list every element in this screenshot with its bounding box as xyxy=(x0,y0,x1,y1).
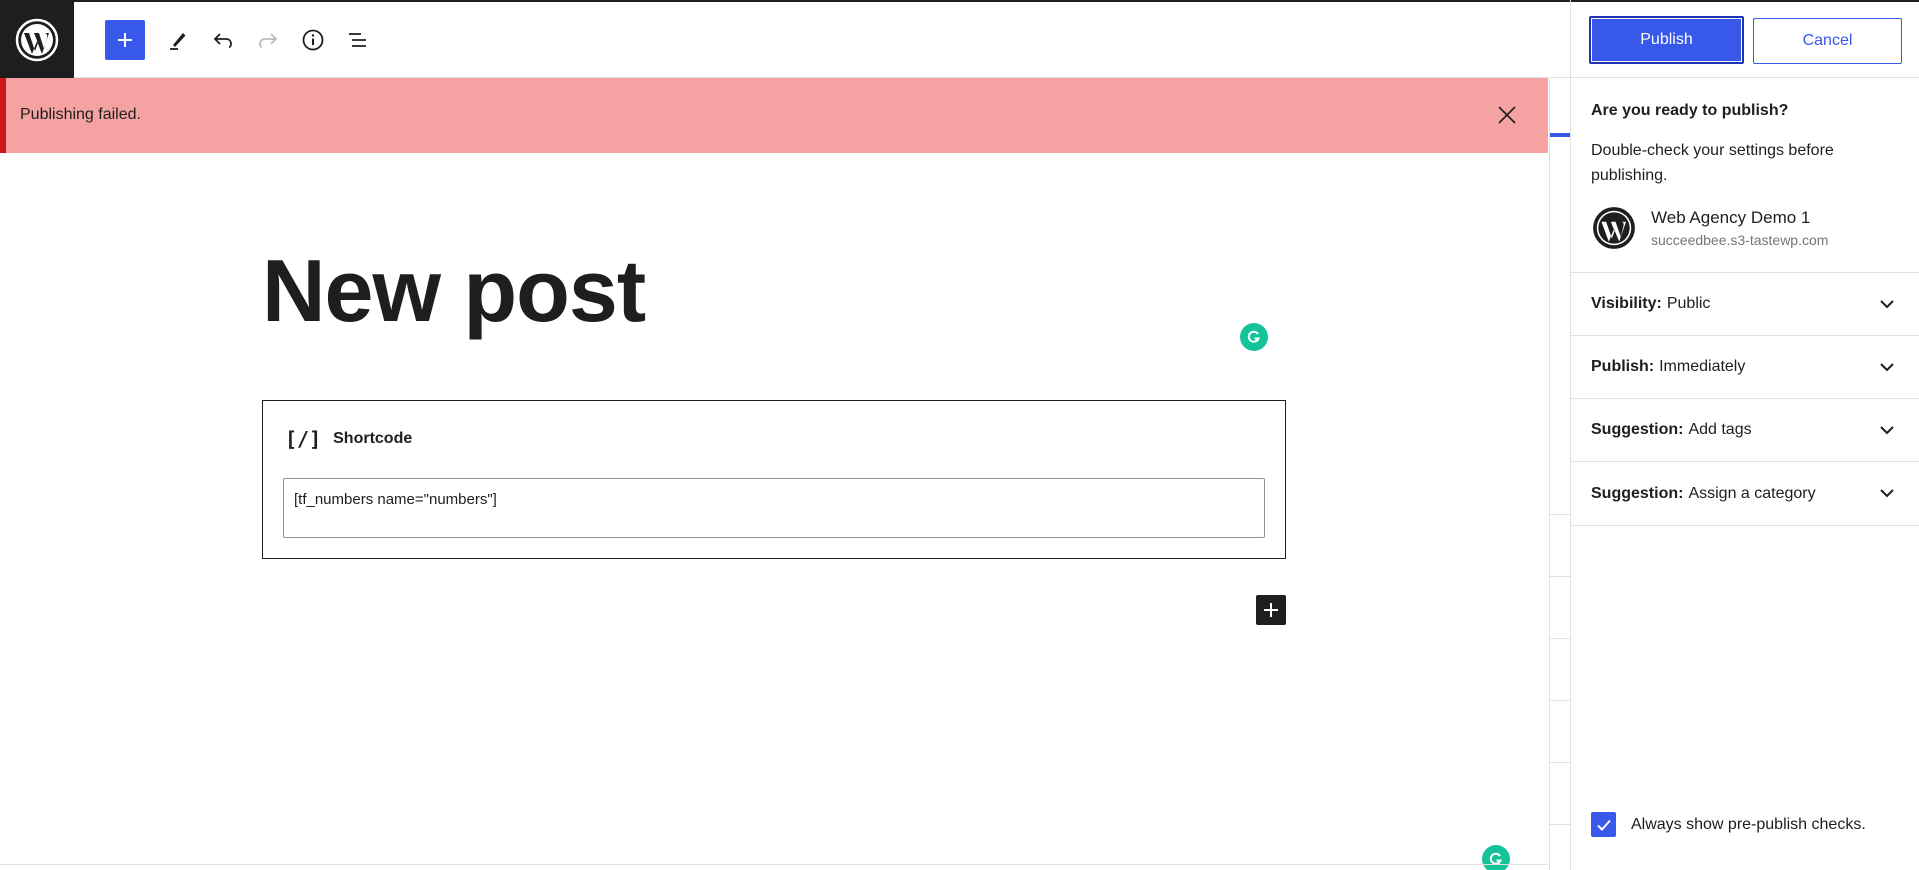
prepublish-header: Publish Cancel xyxy=(1571,0,1919,78)
site-text: Web Agency Demo 1 succeedbee.s3-tastewp.… xyxy=(1651,208,1828,248)
add-block-button[interactable] xyxy=(105,20,145,60)
wordpress-logo-icon[interactable] xyxy=(0,2,74,78)
panel-publish-date[interactable]: Publish: Immediately xyxy=(1571,336,1919,399)
checkbox-label: Always show pre-publish checks. xyxy=(1631,815,1866,833)
chevron-down-icon xyxy=(1880,363,1894,372)
post-title[interactable]: New post xyxy=(262,247,646,335)
edge-accent xyxy=(1550,133,1570,137)
shortcode-block-header: [/] Shortcode xyxy=(285,427,412,451)
details-button[interactable] xyxy=(293,20,333,60)
shortcode-block[interactable]: [/] Shortcode [tf_numbers name="numbers"… xyxy=(262,400,1286,559)
plus-icon xyxy=(1264,603,1278,617)
prepublish-description: Double-check your settings before publis… xyxy=(1591,142,1834,184)
prepublish-title: Are you ready to publish? xyxy=(1591,102,1789,119)
divider xyxy=(0,864,1548,865)
redo-icon xyxy=(259,33,278,48)
undo-button[interactable] xyxy=(203,20,243,60)
shortcode-label: Shortcode xyxy=(333,430,413,447)
shortcode-input[interactable]: [tf_numbers name="numbers"] xyxy=(283,478,1265,538)
panel-suggestion-tags[interactable]: Suggestion: Add tags xyxy=(1571,399,1919,462)
publish-error-notice: Publishing failed. xyxy=(0,78,1548,153)
list-view-button[interactable] xyxy=(338,20,378,60)
panel-suggestion-category[interactable]: Suggestion: Assign a category xyxy=(1571,462,1919,526)
add-block-inserter-button[interactable] xyxy=(1256,595,1286,625)
wordpress-editor: Publishing failed. New post [/] Shortcod… xyxy=(0,0,1919,870)
panel-value: Assign a category xyxy=(1688,484,1816,502)
site-icon xyxy=(1593,207,1635,249)
undo-icon xyxy=(213,33,232,48)
always-show-prepublish-checkbox[interactable]: Always show pre-publish checks. xyxy=(1591,812,1866,837)
panel-value: Add tags xyxy=(1688,421,1752,438)
redo-button[interactable] xyxy=(248,20,288,60)
site-info: Web Agency Demo 1 succeedbee.s3-tastewp.… xyxy=(1591,205,1828,251)
panel-key: Visibility: xyxy=(1591,295,1662,312)
panel-visibility[interactable]: Visibility: Public xyxy=(1571,273,1919,336)
editor-toolbar xyxy=(0,0,1570,78)
cancel-button[interactable]: Cancel xyxy=(1753,18,1902,64)
chevron-down-icon xyxy=(1880,300,1894,309)
grammarly-icon[interactable] xyxy=(1482,845,1510,870)
grammarly-icon[interactable] xyxy=(1240,323,1268,351)
panel-value: Immediately xyxy=(1659,358,1746,375)
list-view-icon xyxy=(349,33,366,47)
checkbox[interactable] xyxy=(1591,812,1616,837)
site-url: succeedbee.s3-tastewp.com xyxy=(1651,232,1829,248)
panel-key: Suggestion: xyxy=(1591,421,1684,438)
chevron-down-icon xyxy=(1880,489,1894,498)
shortcode-icon: [/] xyxy=(285,427,322,451)
panel-value: Public xyxy=(1666,295,1711,312)
tools-button[interactable] xyxy=(158,20,198,60)
editor-edge-strip xyxy=(1549,78,1570,870)
publish-button[interactable]: Publish xyxy=(1589,16,1744,64)
chevron-down-icon xyxy=(1880,426,1894,435)
prepublish-summary: Are you ready to publish? Double-check y… xyxy=(1571,78,1919,273)
prepublish-sidebar: Publish Cancel Are you ready to publish?… xyxy=(1570,0,1919,870)
info-icon xyxy=(302,29,324,51)
checkmark-icon xyxy=(1596,819,1611,831)
close-icon[interactable] xyxy=(1492,100,1522,130)
notice-text: Publishing failed. xyxy=(20,106,141,123)
plus-icon xyxy=(118,33,132,47)
pencil-icon xyxy=(170,33,186,50)
panel-key: Suggestion: xyxy=(1591,484,1684,502)
site-name: Web Agency Demo 1 xyxy=(1651,208,1811,227)
panel-key: Publish: xyxy=(1591,358,1655,375)
